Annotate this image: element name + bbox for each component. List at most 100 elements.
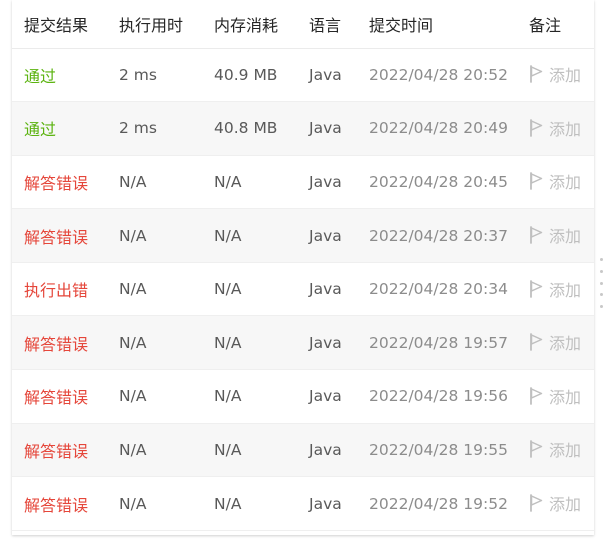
table-row: 解答错误 N/A N/A Java 2022/04/28 20:45 添加 [12, 155, 594, 210]
submissions-panel: 提交结果 执行用时 内存消耗 语言 提交时间 备注 通过 2 ms 40.9 MB J… [12, 0, 594, 535]
header-runtime[interactable]: 执行用时 [107, 0, 202, 49]
table-row: 解答错误 N/A N/A Java 2022/04/28 19:55 添加 [12, 423, 594, 478]
add-note-label: 添加 [549, 334, 582, 354]
language-cell: Java [297, 423, 357, 478]
table-row: 解答错误 N/A N/A Java 2022/04/28 19:57 添加 [12, 315, 594, 371]
table-row: 通过 2 ms 40.8 MB Java 2022/04/28 20:49 添加 [12, 101, 594, 156]
language-cell: Java [297, 262, 357, 317]
status-link[interactable]: 通过 [12, 101, 107, 156]
memory-cell: N/A [202, 476, 297, 531]
flag-icon [530, 386, 543, 405]
memory-cell: N/A [202, 315, 297, 371]
language-cell: Java [297, 476, 357, 531]
header-memory[interactable]: 内存消耗 [202, 0, 297, 49]
table-row: 执行出错 N/A N/A Java 2022/04/28 20:34 添加 [12, 262, 594, 317]
header-submit-time[interactable]: 提交时间 [357, 0, 517, 49]
note-cell: 添加 [517, 208, 594, 263]
flag-icon [530, 333, 543, 352]
submit-time-cell: 2022/04/28 19:55 [357, 423, 517, 478]
add-note-button[interactable]: 添加 [529, 223, 581, 247]
submit-time-cell: 2022/04/28 19:52 [357, 476, 517, 531]
status-link[interactable]: 解答错误 [12, 423, 107, 478]
submit-time-cell: 2022/04/28 19:56 [357, 369, 517, 424]
runtime-cell: N/A [107, 262, 202, 317]
status-link[interactable]: 通过 [12, 48, 107, 103]
memory-cell: N/A [202, 262, 297, 317]
add-note-button[interactable]: 添加 [529, 277, 581, 301]
add-note-label: 添加 [549, 227, 582, 247]
memory-cell: N/A [202, 369, 297, 424]
status-link[interactable]: 解答错误 [12, 155, 107, 210]
table-body: 通过 2 ms 40.9 MB Java 2022/04/28 20:52 添加 通过 2 m… [12, 48, 594, 531]
header-note: 备注 [517, 0, 594, 49]
memory-cell: N/A [202, 208, 297, 263]
note-cell: 添加 [517, 369, 594, 424]
runtime-cell: N/A [107, 423, 202, 478]
add-note-label: 添加 [549, 495, 582, 515]
add-note-button[interactable]: 添加 [529, 116, 581, 140]
flag-icon [530, 118, 543, 137]
memory-cell: 40.8 MB [202, 101, 297, 156]
note-cell: 添加 [517, 48, 594, 103]
resize-handle[interactable] [600, 258, 603, 308]
add-note-button[interactable]: 添加 [529, 437, 581, 461]
flag-icon [530, 494, 543, 512]
runtime-cell: 2 ms [107, 48, 202, 103]
add-note-button[interactable]: 添加 [529, 330, 581, 354]
status-link[interactable]: 解答错误 [12, 208, 107, 263]
language-cell: Java [297, 369, 357, 424]
submit-time-cell: 2022/04/28 20:37 [357, 208, 517, 263]
header-language[interactable]: 语言 [297, 0, 357, 49]
header-row: 提交结果 执行用时 内存消耗 语言 提交时间 备注 [12, 0, 594, 49]
note-cell: 添加 [517, 155, 594, 210]
runtime-cell: N/A [107, 476, 202, 531]
language-cell: Java [297, 48, 357, 103]
status-link[interactable]: 执行出错 [12, 262, 107, 317]
status-link[interactable]: 解答错误 [12, 315, 107, 371]
add-note-label: 添加 [549, 441, 582, 461]
status-link[interactable]: 解答错误 [12, 476, 107, 531]
runtime-cell: N/A [107, 369, 202, 424]
add-note-button[interactable]: 添加 [529, 491, 581, 515]
table-header: 提交结果 执行用时 内存消耗 语言 提交时间 备注 [12, 0, 594, 49]
add-note-label: 添加 [549, 173, 582, 193]
submissions-table: 提交结果 执行用时 内存消耗 语言 提交时间 备注 通过 2 ms 40.9 MB J… [12, 0, 594, 531]
memory-cell: N/A [202, 423, 297, 478]
note-cell: 添加 [517, 262, 594, 317]
note-cell: 添加 [517, 423, 594, 478]
table-row: 通过 2 ms 40.9 MB Java 2022/04/28 20:52 添加 [12, 48, 594, 103]
flag-icon [530, 172, 543, 191]
runtime-cell: N/A [107, 315, 202, 371]
submit-time-cell: 2022/04/28 20:49 [357, 101, 517, 156]
add-note-button[interactable]: 添加 [529, 169, 581, 193]
note-cell: 添加 [517, 101, 594, 156]
add-note-label: 添加 [549, 387, 582, 407]
submit-time-cell: 2022/04/28 20:45 [357, 155, 517, 210]
add-note-button[interactable]: 添加 [529, 62, 581, 86]
runtime-cell: 2 ms [107, 101, 202, 156]
submit-time-cell: 2022/04/28 20:52 [357, 48, 517, 103]
flag-icon [530, 440, 543, 459]
submit-time-cell: 2022/04/28 20:34 [357, 262, 517, 317]
add-note-button[interactable]: 添加 [529, 384, 581, 408]
table-row: 解答错误 N/A N/A Java 2022/04/28 20:37 添加 [12, 208, 594, 263]
table-row: 解答错误 N/A N/A Java 2022/04/28 19:52 添加 [12, 476, 594, 531]
flag-icon [530, 65, 543, 84]
add-note-label: 添加 [549, 66, 582, 86]
flag-icon [530, 226, 543, 244]
memory-cell: N/A [202, 155, 297, 210]
language-cell: Java [297, 208, 357, 263]
note-cell: 添加 [517, 476, 594, 531]
language-cell: Java [297, 315, 357, 371]
submit-time-cell: 2022/04/28 19:57 [357, 315, 517, 371]
note-cell: 添加 [517, 315, 594, 371]
add-note-label: 添加 [549, 119, 582, 139]
status-link[interactable]: 解答错误 [12, 369, 107, 424]
runtime-cell: N/A [107, 208, 202, 263]
header-status[interactable]: 提交结果 [12, 0, 107, 49]
table-row: 解答错误 N/A N/A Java 2022/04/28 19:56 添加 [12, 369, 594, 424]
language-cell: Java [297, 101, 357, 156]
runtime-cell: N/A [107, 155, 202, 210]
add-note-label: 添加 [549, 280, 582, 300]
language-cell: Java [297, 155, 357, 210]
